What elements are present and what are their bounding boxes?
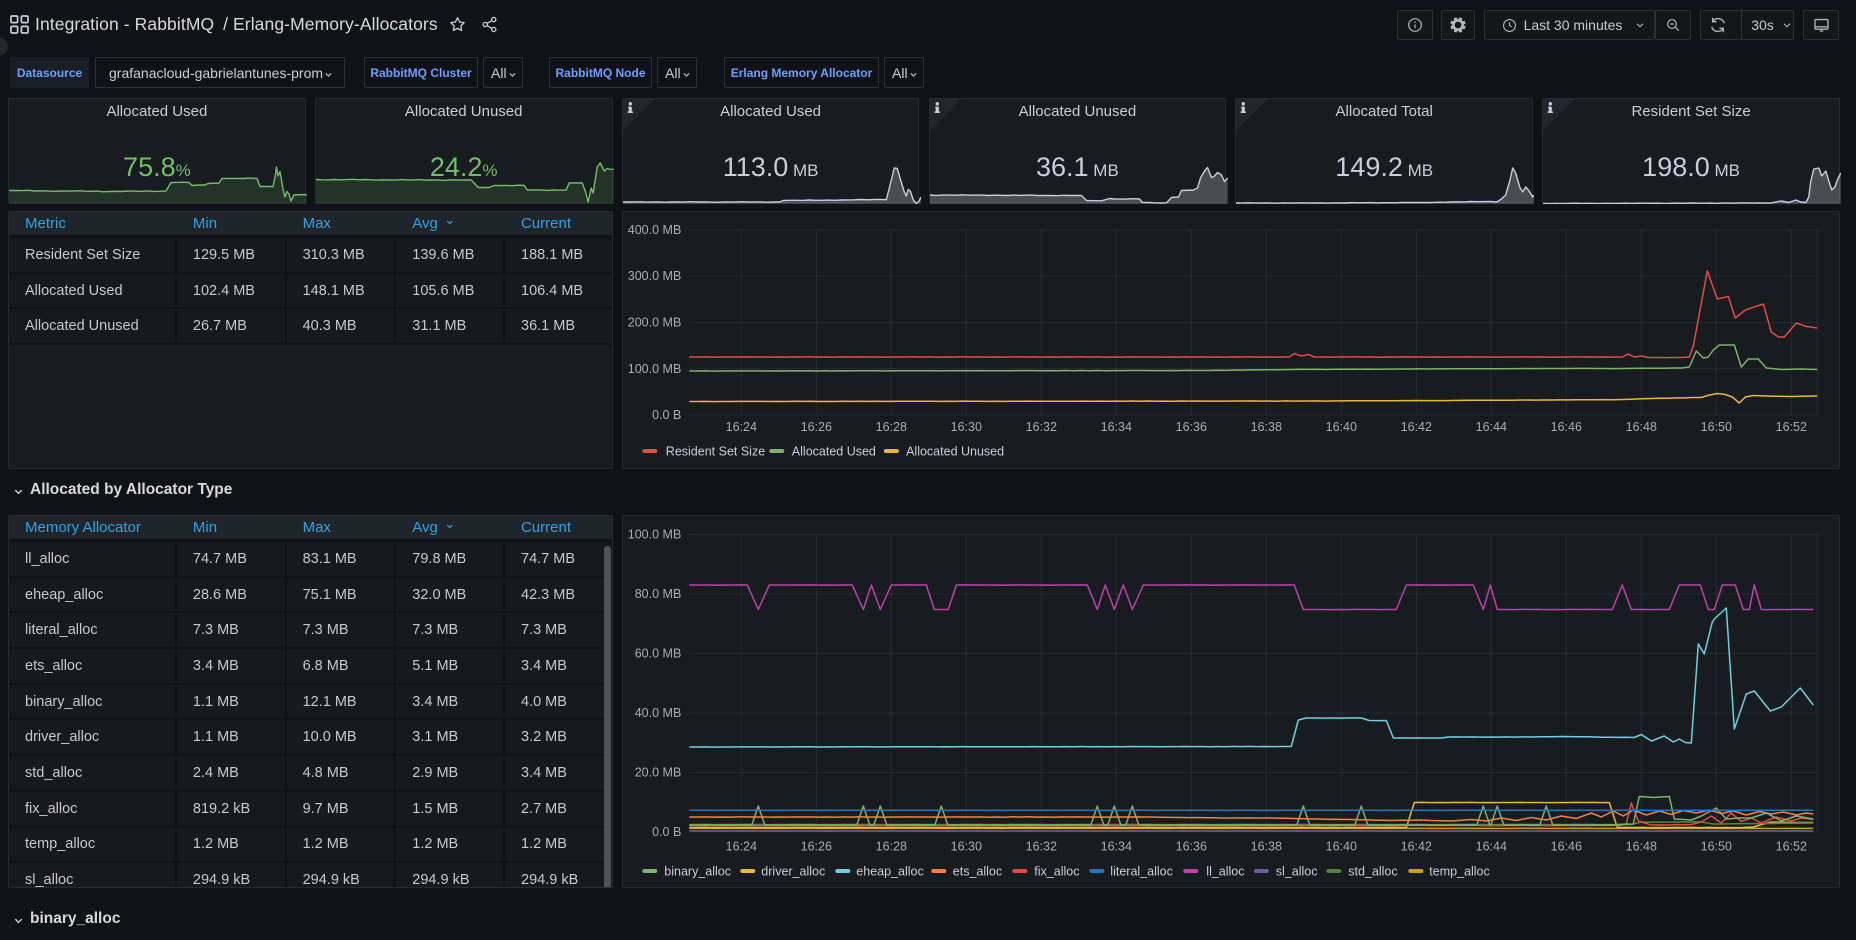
svg-text:16:26: 16:26 <box>800 420 831 434</box>
svg-text:temp_alloc: temp_alloc <box>1429 865 1489 879</box>
svg-text:16:24: 16:24 <box>725 420 756 434</box>
svg-text:16:46: 16:46 <box>1550 420 1581 434</box>
svg-text:16:40: 16:40 <box>1325 420 1356 434</box>
svg-text:fix_alloc: fix_alloc <box>1034 865 1079 879</box>
svg-text:16:34: 16:34 <box>1100 840 1131 854</box>
svg-text:16:32: 16:32 <box>1025 420 1056 434</box>
svg-text:sl_alloc: sl_alloc <box>1275 865 1317 879</box>
svg-text:literal_alloc: literal_alloc <box>1110 865 1173 879</box>
svg-text:ets_alloc: ets_alloc <box>952 865 1001 879</box>
svg-text:16:38: 16:38 <box>1250 840 1281 854</box>
svg-text:16:38: 16:38 <box>1250 420 1281 434</box>
svg-text:binary_alloc: binary_alloc <box>664 865 731 879</box>
svg-text:16:46: 16:46 <box>1550 840 1581 854</box>
svg-text:ll_alloc: ll_alloc <box>1206 865 1244 879</box>
svg-text:16:48: 16:48 <box>1625 420 1656 434</box>
svg-text:16:28: 16:28 <box>875 420 906 434</box>
svg-text:driver_alloc: driver_alloc <box>761 865 825 879</box>
svg-text:16:50: 16:50 <box>1700 420 1731 434</box>
svg-text:0.0 B: 0.0 B <box>652 408 681 422</box>
svg-text:100.0 MB: 100.0 MB <box>627 528 681 542</box>
svg-text:Resident Set Size: Resident Set Size <box>665 445 764 459</box>
svg-text:0.0 B: 0.0 B <box>652 825 681 839</box>
svg-text:16:52: 16:52 <box>1775 420 1806 434</box>
svg-text:200.0 MB: 200.0 MB <box>627 316 681 330</box>
svg-text:20.0 MB: 20.0 MB <box>634 766 681 780</box>
svg-text:400.0 MB: 400.0 MB <box>627 223 681 237</box>
svg-text:Allocated Unused: Allocated Unused <box>906 445 1004 459</box>
svg-text:16:44: 16:44 <box>1475 840 1506 854</box>
svg-text:16:52: 16:52 <box>1775 840 1806 854</box>
svg-text:16:44: 16:44 <box>1475 420 1506 434</box>
svg-text:std_alloc: std_alloc <box>1348 865 1397 879</box>
svg-text:16:50: 16:50 <box>1700 840 1731 854</box>
svg-text:16:26: 16:26 <box>800 840 831 854</box>
svg-text:16:30: 16:30 <box>950 840 981 854</box>
svg-text:16:36: 16:36 <box>1175 840 1206 854</box>
svg-text:16:40: 16:40 <box>1325 840 1356 854</box>
svg-text:Allocated Used: Allocated Used <box>791 445 875 459</box>
svg-text:16:32: 16:32 <box>1025 840 1056 854</box>
svg-text:16:42: 16:42 <box>1400 420 1431 434</box>
svg-text:16:28: 16:28 <box>875 840 906 854</box>
svg-text:80.0 MB: 80.0 MB <box>634 587 681 601</box>
svg-text:16:48: 16:48 <box>1625 840 1656 854</box>
svg-text:16:24: 16:24 <box>725 840 756 854</box>
svg-text:100.0 MB: 100.0 MB <box>627 362 681 376</box>
svg-text:60.0 MB: 60.0 MB <box>634 647 681 661</box>
svg-text:16:34: 16:34 <box>1100 420 1131 434</box>
svg-text:16:36: 16:36 <box>1175 420 1206 434</box>
svg-text:eheap_alloc: eheap_alloc <box>856 865 923 879</box>
svg-text:300.0 MB: 300.0 MB <box>627 269 681 283</box>
svg-text:16:42: 16:42 <box>1400 840 1431 854</box>
svg-text:16:30: 16:30 <box>950 420 981 434</box>
svg-text:40.0 MB: 40.0 MB <box>634 706 681 720</box>
